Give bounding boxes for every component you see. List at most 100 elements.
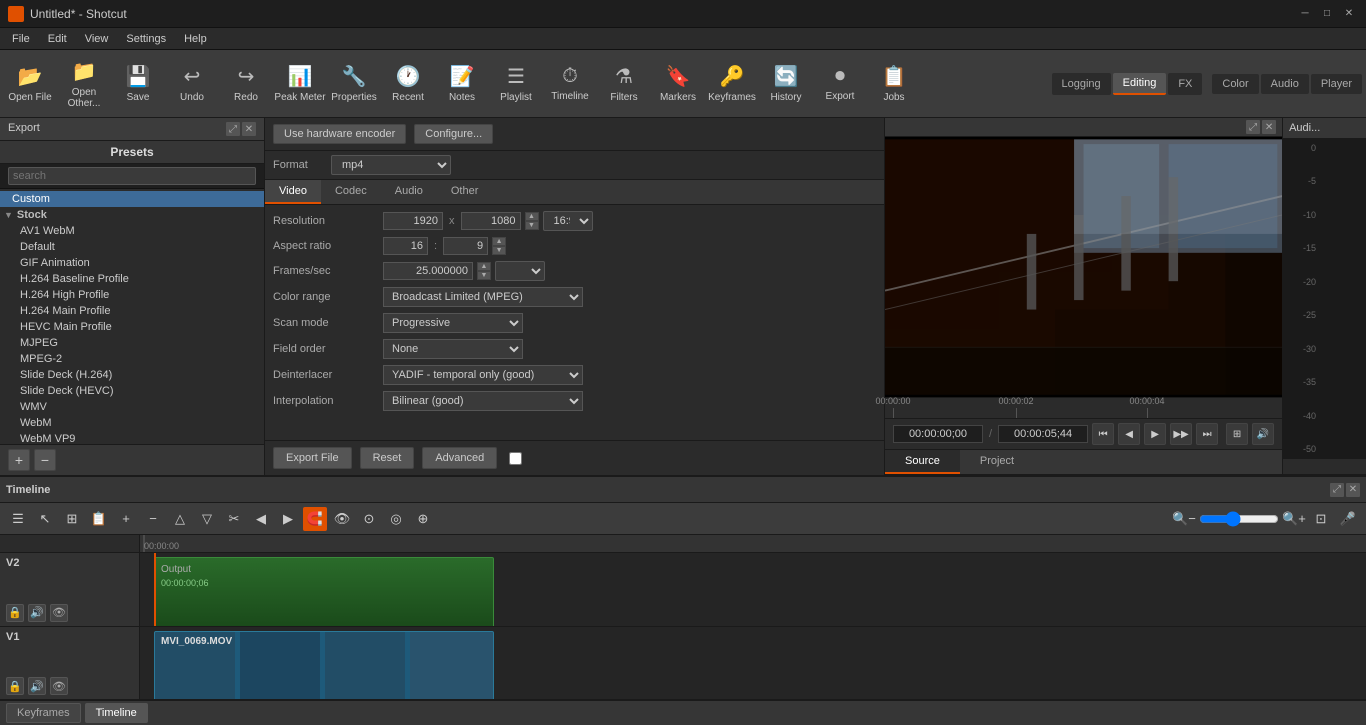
- aspect-ratio-den-input[interactable]: [443, 237, 488, 255]
- deinterlacer-select[interactable]: YADIF - temporal only (good): [383, 365, 583, 385]
- fps-input[interactable]: [383, 262, 473, 280]
- maximize-button[interactable]: □: [1318, 5, 1336, 23]
- use-hw-encoder-button[interactable]: Use hardware encoder: [273, 124, 406, 144]
- zoom-slider[interactable]: [1199, 511, 1279, 527]
- v1-lock-button[interactable]: 🔒: [6, 677, 24, 695]
- export-button[interactable]: ⏺ Export: [814, 54, 866, 114]
- color-range-select[interactable]: Broadcast Limited (MPEG): [383, 287, 583, 307]
- tab-project[interactable]: Project: [960, 450, 1034, 474]
- timeline-ripple-all-button[interactable]: ◎: [384, 507, 408, 531]
- undo-button[interactable]: ↩ Undo: [166, 54, 218, 114]
- advanced-button[interactable]: Advanced: [422, 447, 497, 469]
- zoom-out-button[interactable]: 🔍−: [1172, 507, 1196, 531]
- peak-meter-button[interactable]: 📊 Peak Meter: [274, 54, 326, 114]
- audio-sub-button[interactable]: Audio: [1261, 74, 1309, 94]
- track-row-v2[interactable]: Output 00:00:00;06: [140, 553, 1366, 626]
- reset-button[interactable]: Reset: [360, 447, 415, 469]
- preview-expand-button[interactable]: ⤢: [1246, 120, 1260, 134]
- resolution-width-input[interactable]: [383, 212, 443, 230]
- preset-webm-vp9[interactable]: WebM VP9: [0, 431, 264, 444]
- preset-slide-deck-hevc[interactable]: Slide Deck (HEVC): [0, 383, 264, 399]
- player-sub-button[interactable]: Player: [1311, 74, 1362, 94]
- v2-mute-button[interactable]: 🔊: [28, 604, 46, 622]
- preset-stock-group[interactable]: ▼ Stock: [0, 207, 264, 223]
- timeline-overwrite-button[interactable]: ▽: [195, 507, 219, 531]
- editing-view-button[interactable]: Editing: [1113, 73, 1167, 95]
- go-to-start-button[interactable]: ⏮: [1092, 423, 1114, 445]
- timeline-paste-button[interactable]: 📋: [87, 507, 111, 531]
- aspect-ratio-num-input[interactable]: [383, 237, 428, 255]
- keyframes-button[interactable]: 🔑 Keyframes: [706, 54, 758, 114]
- jobs-button[interactable]: 📋 Jobs: [868, 54, 920, 114]
- next-frame-button[interactable]: ▶▶: [1170, 423, 1192, 445]
- preset-h264-baseline[interactable]: H.264 Baseline Profile: [0, 271, 264, 287]
- timeline-multiselect-button[interactable]: ⊞: [60, 507, 84, 531]
- aspect-spin-down[interactable]: ▼: [492, 246, 506, 255]
- fps-preset-select[interactable]: [495, 261, 545, 281]
- menu-settings[interactable]: Settings: [118, 31, 174, 47]
- preview-close-button[interactable]: ✕: [1262, 120, 1276, 134]
- zoom-fit-button[interactable]: ⊡: [1309, 507, 1333, 531]
- prev-frame-button[interactable]: ◀: [1118, 423, 1140, 445]
- timeline-lift-button[interactable]: △: [168, 507, 192, 531]
- resolution-spin-up[interactable]: ▲: [525, 212, 539, 221]
- field-order-select[interactable]: None: [383, 339, 523, 359]
- timecode-current[interactable]: 00:00:00;00: [893, 425, 983, 443]
- timeline-scrub-button[interactable]: 👁: [330, 507, 354, 531]
- preset-default[interactable]: Default: [0, 239, 264, 255]
- resolution-aspect-select[interactable]: 16:9: [543, 211, 593, 231]
- resolution-height-input[interactable]: [461, 212, 521, 230]
- v2-eye-button[interactable]: 👁: [50, 604, 68, 622]
- tab-codec[interactable]: Codec: [321, 180, 381, 204]
- fx-view-button[interactable]: FX: [1168, 73, 1202, 95]
- timeline-ripple-button[interactable]: ⊙: [357, 507, 381, 531]
- v1-mute-button[interactable]: 🔊: [28, 677, 46, 695]
- add-preset-button[interactable]: +: [8, 449, 30, 471]
- timeline-select-button[interactable]: ↖: [33, 507, 57, 531]
- timeline-add-button[interactable]: +: [114, 507, 138, 531]
- preset-gif-animation[interactable]: GIF Animation: [0, 255, 264, 271]
- timeline-split-button[interactable]: ✂: [222, 507, 246, 531]
- color-sub-button[interactable]: Color: [1212, 74, 1258, 94]
- export-checkbox[interactable]: [509, 452, 522, 465]
- history-toolbar-button[interactable]: 🔄 History: [760, 54, 812, 114]
- save-button[interactable]: 💾 Save: [112, 54, 164, 114]
- timecode-total[interactable]: 00:00:05;44: [998, 425, 1088, 443]
- menu-help[interactable]: Help: [176, 31, 215, 47]
- presets-search-input[interactable]: [8, 167, 256, 185]
- filters-button[interactable]: ⚗ Filters: [598, 54, 650, 114]
- preset-webm[interactable]: WebM: [0, 415, 264, 431]
- remove-preset-button[interactable]: −: [34, 449, 56, 471]
- markers-button[interactable]: 🔖 Markers: [652, 54, 704, 114]
- tab-video[interactable]: Video: [265, 180, 321, 204]
- clip-v1[interactable]: MVI_0069.MOV: [154, 631, 494, 700]
- bottom-tab-keyframes[interactable]: Keyframes: [6, 703, 81, 723]
- preset-h264-high[interactable]: H.264 High Profile: [0, 287, 264, 303]
- preset-h264-main[interactable]: H.264 Main Profile: [0, 303, 264, 319]
- preset-wmv[interactable]: WMV: [0, 399, 264, 415]
- timeline-snap-button[interactable]: 🧲: [303, 507, 327, 531]
- export-close-button[interactable]: ✕: [242, 122, 256, 136]
- preset-slide-deck-h264[interactable]: Slide Deck (H.264): [0, 367, 264, 383]
- tab-audio[interactable]: Audio: [381, 180, 437, 204]
- timeline-remove-button[interactable]: −: [141, 507, 165, 531]
- preset-mpeg2[interactable]: MPEG-2: [0, 351, 264, 367]
- properties-button[interactable]: 🔧 Properties: [328, 54, 380, 114]
- export-expand-button[interactable]: ⤢: [226, 122, 240, 136]
- fps-spin-down[interactable]: ▼: [477, 271, 491, 280]
- export-file-button[interactable]: Export File: [273, 447, 352, 469]
- timeline-button[interactable]: ⏱ Timeline: [544, 54, 596, 114]
- tab-other[interactable]: Other: [437, 180, 493, 204]
- timeline-close-button[interactable]: ✕: [1346, 483, 1360, 497]
- resolution-spin-down[interactable]: ▼: [525, 221, 539, 230]
- timeline-subtitles-button[interactable]: ⊕: [411, 507, 435, 531]
- tab-source[interactable]: Source: [885, 450, 960, 474]
- clip-v2[interactable]: Output 00:00:00;06: [154, 557, 494, 626]
- v2-lock-button[interactable]: 🔒: [6, 604, 24, 622]
- volume-button[interactable]: 🔊: [1252, 423, 1274, 445]
- preset-custom[interactable]: Custom: [0, 191, 264, 207]
- go-to-end-button[interactable]: ⏭: [1196, 423, 1218, 445]
- v1-eye-button[interactable]: 👁: [50, 677, 68, 695]
- notes-button[interactable]: 📝 Notes: [436, 54, 488, 114]
- preset-mjpeg[interactable]: MJPEG: [0, 335, 264, 351]
